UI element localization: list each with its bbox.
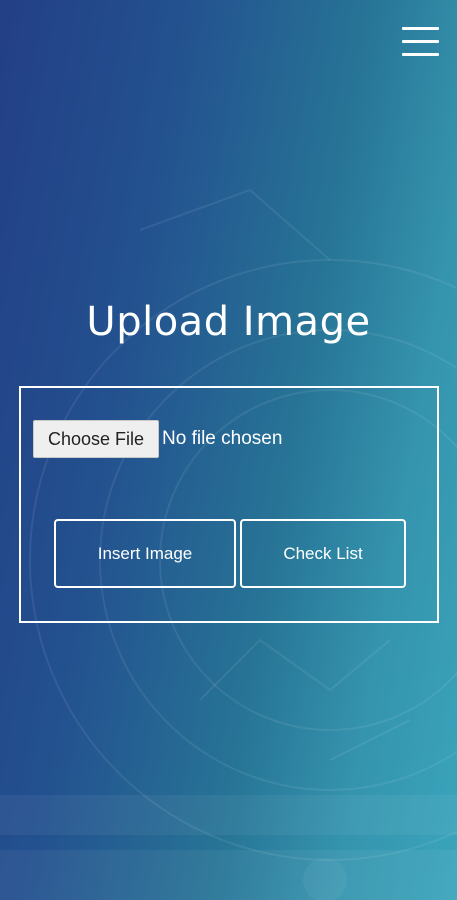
menu-bar [402,40,439,43]
hamburger-menu-icon[interactable] [402,26,439,60]
choose-file-button[interactable]: Choose File [33,420,159,458]
page-title: Upload Image [86,299,371,345]
file-status-text: No file chosen [162,428,283,449]
insert-image-button[interactable]: Insert Image [54,519,236,588]
upload-form: Choose File No file chosen Insert Image … [19,386,439,623]
menu-bar [402,27,439,30]
menu-bar [402,53,439,56]
check-list-button[interactable]: Check List [240,519,406,588]
